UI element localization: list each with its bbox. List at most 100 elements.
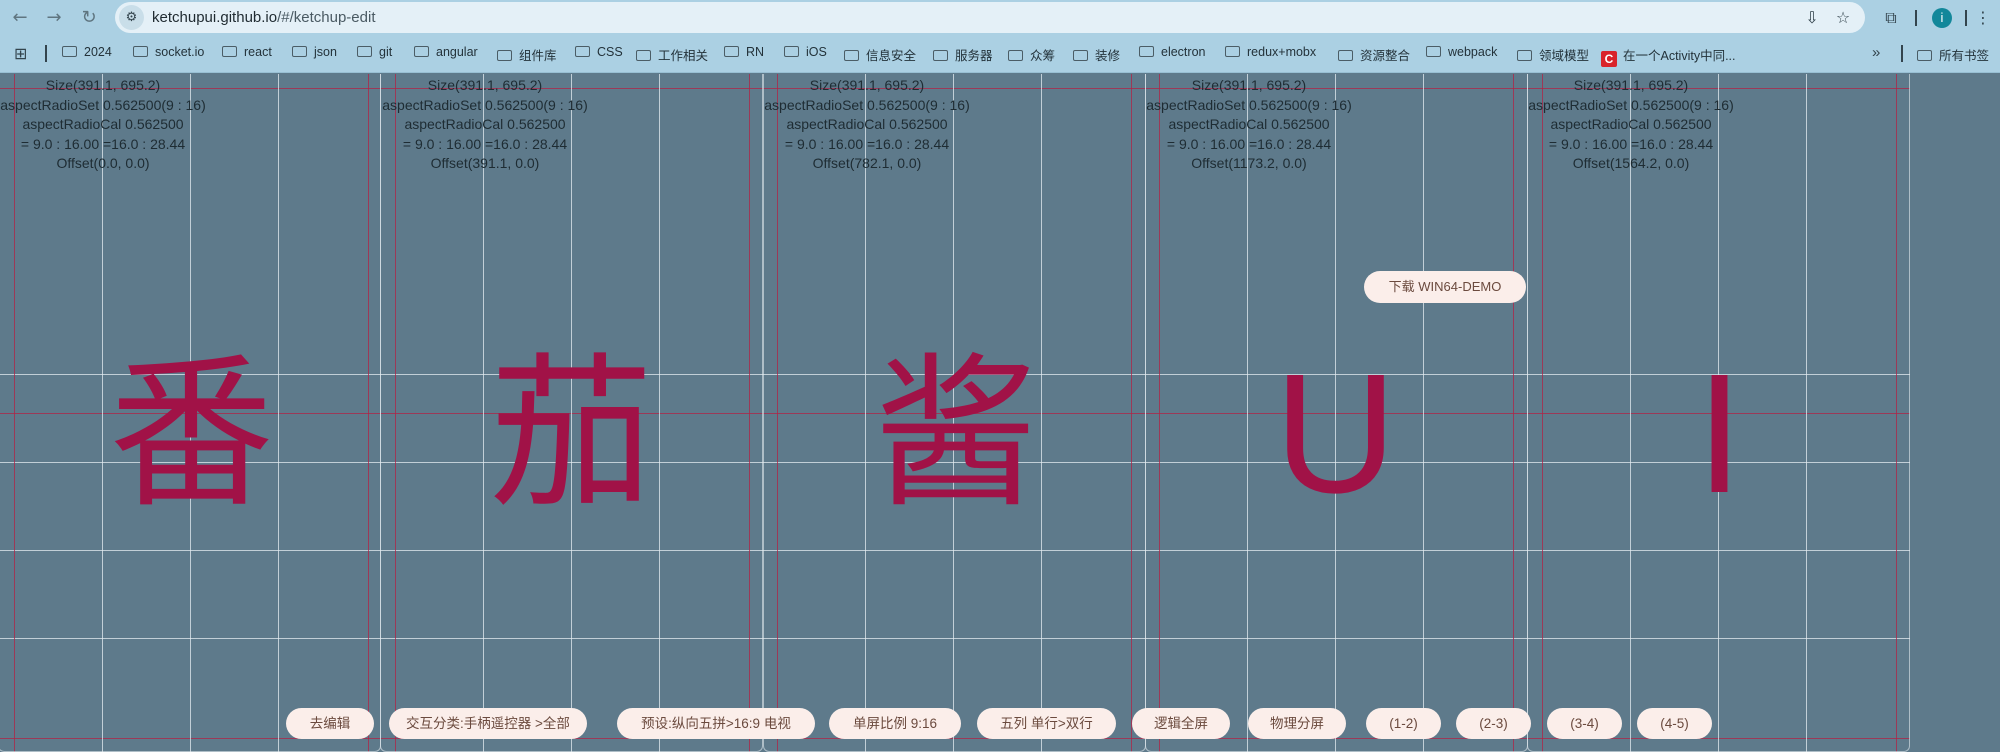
bookmark-folder[interactable]: 工作相关 [636, 45, 708, 63]
bookmark-link[interactable]: C 在一个Activity中同... [1601, 45, 1736, 67]
panel-info: Size(391.1, 695.2) aspectRadioSet 0.5625… [1516, 76, 1746, 174]
bookmark-folder[interactable]: iOS [784, 45, 827, 63]
bookmark-folder[interactable]: 众筹 [1008, 45, 1055, 63]
menu-dots-icon[interactable]: ⋮ [1970, 5, 1996, 31]
bookmark-folder[interactable]: 装修 [1073, 45, 1120, 63]
bookmark-folder[interactable]: socket.io [133, 45, 204, 63]
forward-arrow-icon[interactable]: → [40, 4, 68, 32]
folder-icon [1225, 46, 1240, 57]
panel-ratio-set: aspectRadioSet 0.562500(9 : 16) [382, 96, 588, 113]
bookmark-label: 在一个Activity中同... [1623, 49, 1736, 63]
bookmark-folder[interactable]: 信息安全 [844, 45, 916, 63]
bookmarks-divider [1901, 45, 1903, 62]
merge-2-3-button[interactable]: (2-3) [1456, 708, 1531, 739]
bookmark-folder[interactable]: 组件库 [497, 45, 557, 63]
site-settings-icon[interactable]: ⚙ [119, 5, 144, 30]
merge-4-5-button[interactable]: (4-5) [1637, 708, 1712, 739]
bookmark-folder[interactable]: git [357, 45, 392, 63]
bookmark-folder[interactable]: electron [1139, 45, 1205, 63]
panel-glyph: I [1695, 339, 1744, 529]
panel-ratio-set: aspectRadioSet 0.562500(9 : 16) [1146, 96, 1352, 113]
folder-icon [1073, 50, 1088, 61]
merge-1-2-button[interactable]: (1-2) [1366, 708, 1441, 739]
panel-offset: Offset(391.1, 0.0) [430, 155, 540, 172]
bookmark-folder[interactable]: 领域模型 [1517, 45, 1589, 63]
panel-ratio-cal: aspectRadioCal 0.562500 [22, 116, 184, 133]
bookmark-folder[interactable]: 2024 [62, 45, 112, 63]
panel-ratio-set: aspectRadioSet 0.562500(9 : 16) [0, 96, 206, 113]
panel-ratio-cal: aspectRadioCal 0.562500 [1550, 116, 1712, 133]
bookmark-label: CSS [597, 45, 623, 59]
bookmark-folder[interactable]: 服务器 [933, 45, 993, 63]
url-text[interactable]: ketchupui.github.io/#/ketchup-edit [152, 9, 376, 26]
folder-icon [1008, 50, 1023, 61]
bookmark-folder[interactable]: redux+mobx [1225, 45, 1316, 63]
bookmark-label: react [244, 45, 272, 59]
bookmark-label: 众筹 [1030, 49, 1056, 63]
bookmark-label: json [314, 45, 337, 59]
bookmark-label: 组件库 [519, 49, 557, 63]
merge-3-4-button[interactable]: (3-4) [1547, 708, 1622, 739]
folder-icon [784, 46, 799, 57]
panel-size: Size(391.1, 695.2) [427, 77, 543, 93]
bookmark-folder[interactable]: 资源整合 [1338, 45, 1410, 63]
bookmark-label: socket.io [155, 45, 205, 59]
bookmark-folder[interactable]: json [292, 45, 337, 63]
bookmark-label: webpack [1448, 45, 1498, 59]
folder-icon [1338, 50, 1353, 61]
profile-avatar[interactable]: i [1932, 8, 1952, 28]
panel-offset: Offset(0.0, 0.0) [56, 155, 150, 172]
panel-info: Size(391.1, 695.2) aspectRadioSet 0.5625… [752, 76, 982, 174]
panel-equation: = 9.0 : 16.00 =16.0 : 28.44 [1548, 135, 1714, 152]
bookmark-folder[interactable]: webpack [1426, 45, 1497, 63]
folder-icon [62, 46, 77, 57]
panel-offset: Offset(1564.2, 0.0) [1572, 155, 1690, 172]
panel-equation: = 9.0 : 16.00 =16.0 : 28.44 [784, 135, 950, 152]
bookmark-label: RN [746, 45, 765, 59]
toolbar-divider [1915, 10, 1917, 26]
bookmark-label: 装修 [1095, 49, 1121, 63]
panel-offset: Offset(782.1, 0.0) [812, 155, 922, 172]
panel-equation: = 9.0 : 16.00 =16.0 : 28.44 [1166, 135, 1332, 152]
back-arrow-icon[interactable]: ← [6, 4, 34, 32]
panel-ratio-cal: aspectRadioCal 0.562500 [1168, 116, 1330, 133]
columns-rows-button[interactable]: 五列 单行>双行 [977, 708, 1116, 739]
more-bookmarks-icon[interactable]: » [1872, 44, 1880, 61]
logical-fullscreen-button[interactable]: 逻辑全屏 [1132, 708, 1230, 739]
bookmark-label: 领域模型 [1539, 49, 1590, 63]
screen-ratio-button[interactable]: 单屏比例 9:16 [829, 708, 961, 739]
star-icon[interactable]: ☆ [1833, 8, 1853, 28]
apps-grid-icon[interactable]: ⊞ [14, 44, 27, 63]
download-demo-button[interactable]: 下载 WIN64-DEMO [1364, 271, 1526, 303]
folder-icon [1517, 50, 1532, 61]
folder-icon [636, 50, 651, 61]
puzzle-icon[interactable]: ⧉ [1878, 5, 1904, 31]
address-bar[interactable]: ⚙ ketchupui.github.io/#/ketchup-edit ⇩ ☆ [115, 2, 1865, 33]
bookmark-folder[interactable]: CSS [575, 45, 623, 63]
panel-ratio-set: aspectRadioSet 0.562500(9 : 16) [764, 96, 970, 113]
url-host: ketchupui.github.io [152, 9, 278, 26]
install-app-icon[interactable]: ⇩ [1802, 8, 1822, 28]
panel-info: Size(391.1, 695.2) aspectRadioSet 0.5625… [1134, 76, 1364, 174]
folder-icon [497, 50, 512, 61]
bookmark-folder[interactable]: react [222, 45, 272, 63]
folder-icon [292, 46, 307, 57]
all-bookmarks-folder[interactable]: 所有书签 [1917, 45, 1989, 63]
folder-icon [357, 46, 372, 57]
physical-split-button[interactable]: 物理分屏 [1248, 708, 1346, 739]
interaction-category-button[interactable]: 交互分类:手柄遥控器 >全部 [389, 708, 587, 739]
bookmarks-divider [45, 45, 47, 62]
folder-icon [575, 46, 590, 57]
edit-button[interactable]: 去编辑 [286, 708, 374, 739]
panel-size: Size(391.1, 695.2) [1573, 77, 1689, 93]
bookmark-folder[interactable]: angular [414, 45, 478, 63]
reload-icon[interactable]: ↻ [75, 4, 103, 32]
bookmark-label: 服务器 [955, 49, 993, 63]
bookmark-label: electron [1161, 45, 1206, 59]
panel-size: Size(391.1, 695.2) [1191, 77, 1307, 93]
csdn-icon: C [1601, 51, 1617, 67]
bookmark-folder[interactable]: RN [724, 45, 764, 63]
folder-icon [724, 46, 739, 57]
panel-glyph: 酱 [873, 338, 1038, 530]
preset-layout-button[interactable]: 预设:纵向五拼>16:9 电视 [617, 708, 815, 739]
